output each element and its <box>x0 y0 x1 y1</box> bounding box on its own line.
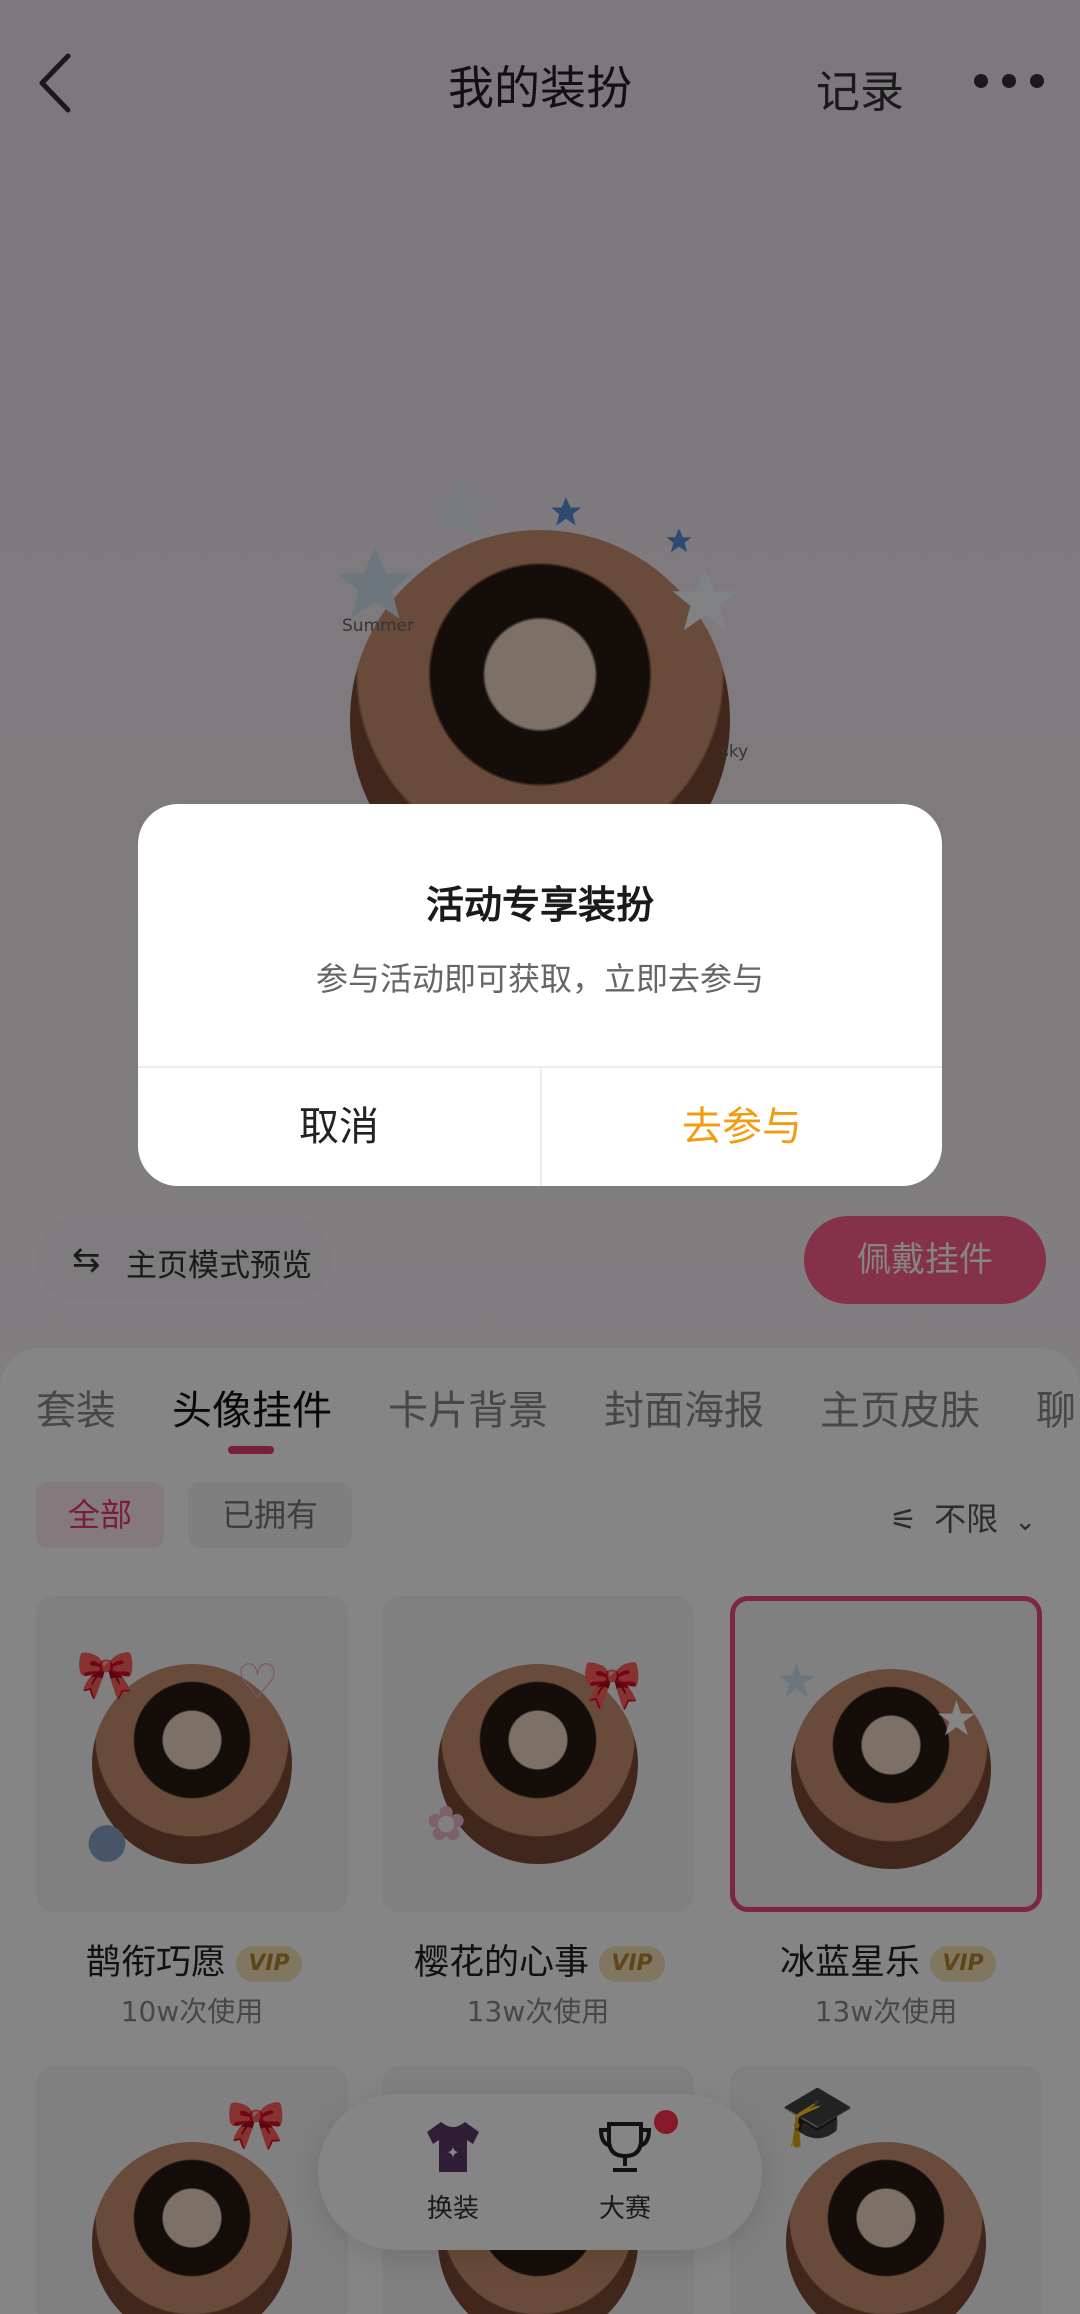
join-activity-button[interactable]: 去参与 <box>542 1068 942 1186</box>
cancel-button[interactable]: 取消 <box>138 1068 540 1186</box>
dialog-title: 活动专享装扮 <box>425 883 654 927</box>
activity-exclusive-dialog: 活动专享装扮 参与活动即可获取，立即去参与 取消 去参与 <box>138 804 942 1186</box>
dialog-message: 参与活动即可获取，立即去参与 <box>315 960 764 998</box>
